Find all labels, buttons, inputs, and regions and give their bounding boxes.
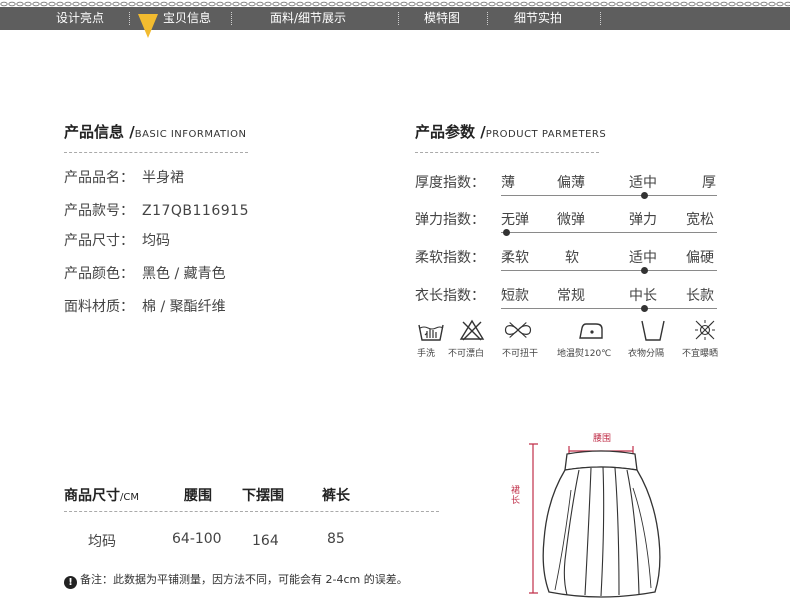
nav-item-fabric-details[interactable]: 面料/细节展示 bbox=[270, 7, 346, 30]
scale-track bbox=[501, 270, 717, 271]
param-option: 适中 bbox=[629, 250, 657, 266]
care-label: 手洗 bbox=[417, 349, 436, 359]
param-option: 柔软 bbox=[501, 250, 529, 266]
table-divider bbox=[64, 511, 439, 512]
nav-separator bbox=[129, 12, 130, 25]
table-cell-size: 均码 bbox=[88, 534, 116, 550]
param-option: 偏硬 bbox=[686, 250, 714, 266]
table-header-unit: /CM bbox=[120, 492, 139, 503]
nav-separator bbox=[231, 12, 232, 25]
table-header-text: 商品尺寸 bbox=[64, 488, 120, 504]
nav-item-detail-photos[interactable]: 细节实拍 bbox=[514, 7, 562, 30]
param-option: 短款 bbox=[501, 288, 529, 304]
no-bleach-icon bbox=[459, 319, 485, 341]
info-value: 棉 / 聚酯纤维 bbox=[142, 299, 226, 315]
table-cell-hem: 164 bbox=[252, 533, 279, 549]
product-info-title-cn: 产品信息 / bbox=[64, 123, 135, 141]
note-text: 备注：此数据为平铺测量，因方法不同，可能会有 2-4cm 的误差。 bbox=[80, 573, 408, 586]
info-row-style-no: 产品款号： Z17QB116915 bbox=[64, 200, 249, 220]
info-label: 产品品名： bbox=[64, 170, 134, 186]
param-option: 微弹 bbox=[557, 212, 585, 228]
table-cell-waist: 64-100 bbox=[172, 531, 222, 547]
product-info-divider bbox=[64, 152, 248, 153]
product-params-title: 产品参数 /PRODUCT PARMETERS bbox=[415, 121, 606, 142]
param-option: 软 bbox=[565, 250, 579, 266]
table-header-hem: 下摆围 bbox=[242, 488, 284, 504]
care-label: 不可扭干 bbox=[502, 349, 539, 359]
nav-item-model-photos[interactable]: 模特图 bbox=[424, 7, 460, 30]
param-option: 无弹 bbox=[501, 212, 529, 228]
nav-item-product-info[interactable]: 宝贝信息 bbox=[163, 7, 211, 30]
param-option: 长款 bbox=[686, 288, 714, 304]
product-params-divider bbox=[415, 152, 599, 153]
param-option: 弹力 bbox=[629, 212, 657, 228]
nav-separator bbox=[487, 12, 488, 25]
measurement-note: ! 备注：此数据为平铺测量，因方法不同，可能会有 2-4cm 的误差。 bbox=[64, 571, 408, 589]
param-option: 薄 bbox=[501, 175, 515, 191]
param-label-elasticity: 弹力指数： bbox=[415, 212, 485, 228]
nav-separator bbox=[600, 12, 601, 25]
wash-separately-icon bbox=[641, 320, 665, 341]
waist-dimension-label: 腰围 bbox=[593, 434, 612, 444]
info-row-name: 产品品名： 半身裙 bbox=[64, 167, 184, 187]
hand-wash-icon bbox=[418, 324, 444, 341]
scale-track bbox=[501, 308, 717, 309]
care-label: 衣物分隔 bbox=[628, 349, 665, 359]
product-params-title-cn: 产品参数 / bbox=[415, 123, 486, 141]
info-label: 产品颜色： bbox=[64, 266, 134, 282]
param-option: 适中 bbox=[629, 175, 657, 191]
table-cell-length: 85 bbox=[327, 531, 345, 547]
scale-track bbox=[501, 232, 717, 233]
iron-low-temp-icon bbox=[579, 323, 603, 339]
nav-separator bbox=[398, 12, 399, 25]
product-info-title-en: BASIC INFORMATION bbox=[134, 129, 247, 140]
skirt-illustration bbox=[529, 443, 661, 598]
param-option: 宽松 bbox=[686, 212, 714, 228]
product-params-title-en: PRODUCT PARMETERS bbox=[485, 129, 607, 140]
nav-bar: 设计亮点 宝贝信息 面料/细节展示 模特图 细节实拍 bbox=[0, 7, 790, 30]
param-option: 常规 bbox=[557, 288, 585, 304]
param-option: 偏薄 bbox=[557, 175, 585, 191]
scale-marker bbox=[502, 229, 510, 236]
care-label: 不可漂白 bbox=[448, 349, 485, 359]
length-dimension-label: 裙长 bbox=[511, 486, 521, 506]
exclamation-icon: ! bbox=[64, 576, 77, 589]
scale-marker bbox=[640, 267, 648, 274]
skirt-diagram: 腰围 裙长 bbox=[505, 430, 665, 599]
nav-item-highlights[interactable]: 设计亮点 bbox=[56, 7, 104, 30]
no-wring-icon bbox=[504, 322, 532, 338]
product-info-title: 产品信息 /BASIC INFORMATION bbox=[64, 121, 246, 142]
scale-track bbox=[501, 195, 717, 196]
care-label: 不宜曝晒 bbox=[682, 349, 719, 359]
info-value: Z17QB116915 bbox=[142, 203, 249, 219]
table-header-length: 裤长 bbox=[322, 488, 350, 504]
info-label: 产品尺寸： bbox=[64, 233, 134, 249]
info-label: 产品款号： bbox=[64, 203, 134, 219]
param-option: 中长 bbox=[629, 288, 657, 304]
no-sun-dry-icon bbox=[695, 320, 715, 340]
table-header-waist: 腰围 bbox=[184, 488, 212, 504]
scale-marker bbox=[640, 305, 648, 312]
table-header-size: 商品尺寸/CM bbox=[64, 485, 139, 505]
param-label-length: 衣长指数： bbox=[415, 288, 485, 304]
active-tab-arrow bbox=[138, 14, 158, 38]
info-row-material: 面料材质： 棉 / 聚酯纤维 bbox=[64, 296, 226, 316]
info-value: 半身裙 bbox=[142, 170, 184, 186]
info-row-color: 产品颜色： 黑色 / 藏青色 bbox=[64, 263, 226, 283]
param-label-thickness: 厚度指数： bbox=[415, 175, 485, 191]
scale-marker bbox=[640, 192, 648, 199]
param-option: 厚 bbox=[702, 175, 716, 191]
info-value: 均码 bbox=[142, 233, 170, 249]
info-value: 黑色 / 藏青色 bbox=[142, 266, 226, 282]
care-label: 地温熨120℃ bbox=[557, 349, 612, 359]
info-label: 面料材质： bbox=[64, 299, 134, 315]
param-label-softness: 柔软指数： bbox=[415, 250, 485, 266]
info-row-size: 产品尺寸： 均码 bbox=[64, 230, 170, 250]
